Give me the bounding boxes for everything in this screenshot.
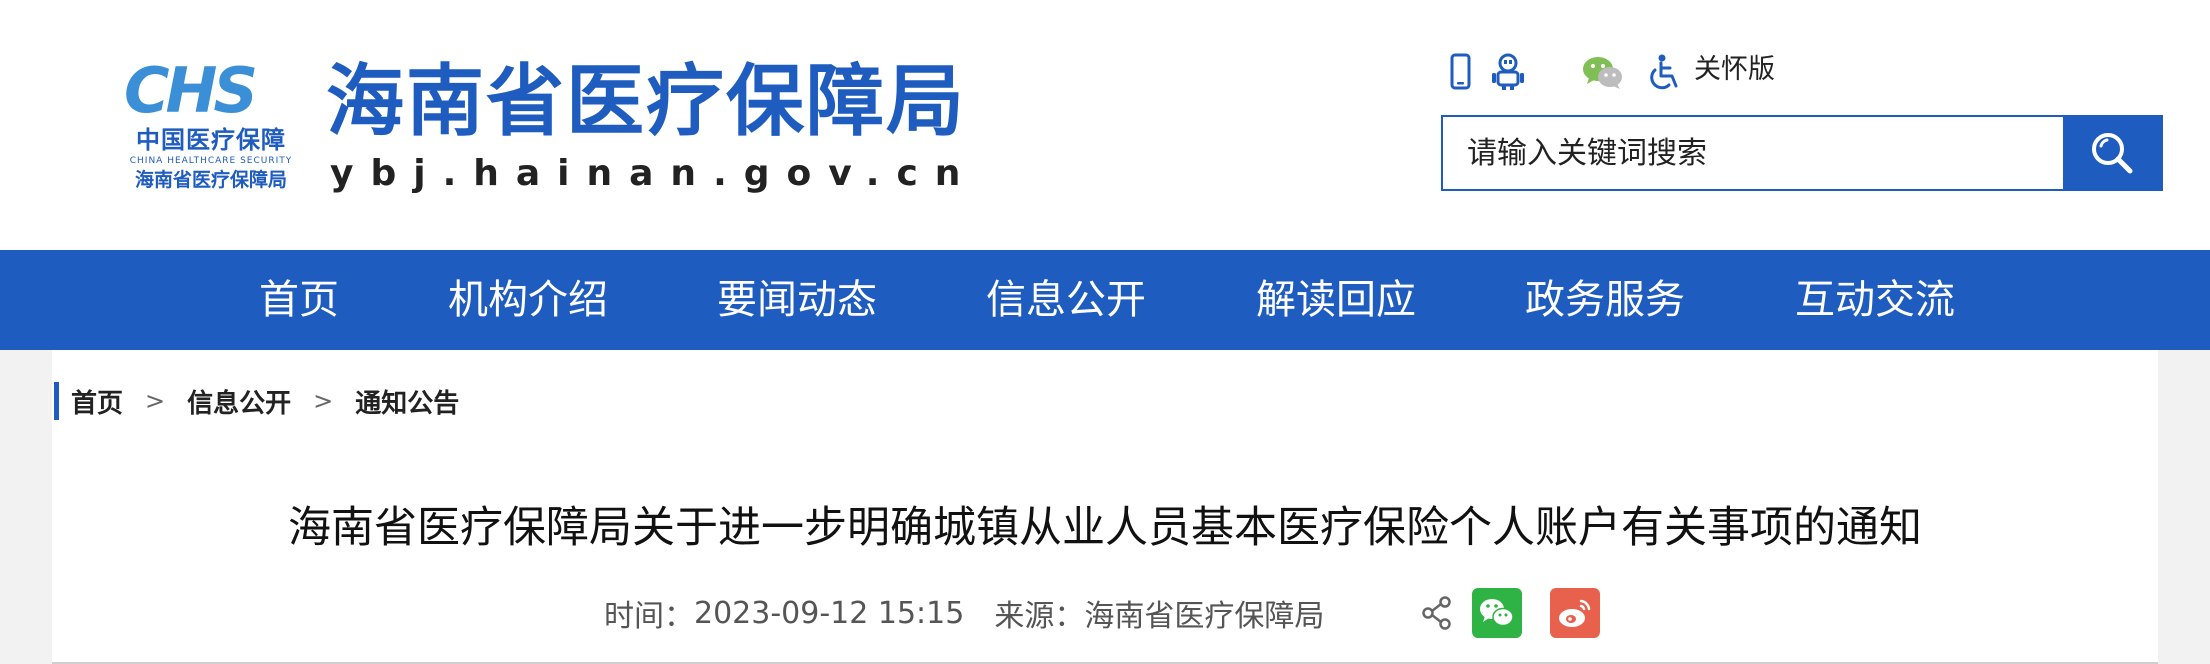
breadcrumb-home[interactable]: 首页	[71, 383, 123, 420]
mobile-icon[interactable]	[1440, 52, 1480, 92]
top-tools: 关怀版	[1440, 44, 1800, 100]
site-url: ybj.hainan.gov.cn	[330, 153, 978, 194]
robot-icon[interactable]	[1488, 52, 1528, 92]
time-label: 时间：	[604, 599, 694, 634]
article-source: 海南省医疗保障局	[1084, 599, 1325, 634]
wechat-icon[interactable]	[1580, 52, 1626, 92]
share-icon[interactable]	[1414, 590, 1460, 636]
wechat-share-icon[interactable]	[1472, 588, 1522, 638]
chs-logo-mark: CHS 中国医疗保障 CHINA HEALTHCARE SECURITY 海南省…	[116, 56, 306, 196]
weibo-share-icon[interactable]	[1550, 588, 1600, 638]
search-box	[1441, 115, 2163, 191]
article-container: 首页 > 信息公开 > 通知公告 海南省医疗保障局关于进一步明确城镇从业人员基本…	[52, 350, 2158, 664]
site-header: CHS 中国医疗保障 CHINA HEALTHCARE SECURITY 海南省…	[0, 0, 2210, 250]
search-button[interactable]	[2063, 117, 2161, 189]
chs-logo-sub: 海南省医疗保障局	[134, 169, 287, 191]
site-name: 海南省医疗保障局	[326, 57, 967, 147]
nav-item-home[interactable]: 首页	[259, 250, 339, 350]
chs-logo-cn: 中国医疗保障	[136, 126, 286, 154]
main-nav: 首页 机构介绍 要闻动态 信息公开 解读回应 政务服务 互动交流	[0, 250, 2210, 350]
chs-logo-letters: CHS	[124, 54, 258, 127]
search-icon	[2092, 133, 2133, 174]
nav-item-news[interactable]: 要闻动态	[717, 250, 877, 350]
nav-item-services[interactable]: 政务服务	[1525, 250, 1685, 350]
breadcrumb: 首页 > 信息公开 > 通知公告	[54, 382, 459, 420]
accessibility-icon[interactable]	[1644, 52, 1684, 92]
breadcrumb-disclosure[interactable]: 信息公开	[187, 383, 291, 420]
publish-time: 2023-09-12 15:15	[694, 595, 965, 631]
care-mode-link[interactable]: 关怀版	[1694, 50, 1775, 90]
nav-item-interaction[interactable]: 互动交流	[1795, 250, 1955, 350]
nav-item-about[interactable]: 机构介绍	[448, 250, 608, 350]
breadcrumb-separator: >	[313, 387, 334, 415]
article-meta: 时间： 2023-09-12 15:15 来源： 海南省医疗保障局	[604, 588, 1324, 638]
search-input[interactable]	[1443, 117, 2063, 189]
article-title: 海南省医疗保障局关于进一步明确城镇从业人员基本医疗保险个人账户有关事项的通知	[288, 503, 1922, 553]
site-logo[interactable]: CHS 中国医疗保障 CHINA HEALTHCARE SECURITY 海南省…	[116, 56, 1006, 196]
breadcrumb-notices[interactable]: 通知公告	[355, 383, 459, 420]
breadcrumb-separator: >	[145, 387, 166, 415]
chs-logo-en: CHINA HEALTHCARE SECURITY	[129, 156, 293, 166]
nav-item-interpretation[interactable]: 解读回应	[1256, 250, 1416, 350]
source-label: 来源：	[994, 599, 1085, 634]
nav-item-disclosure[interactable]: 信息公开	[986, 250, 1146, 350]
